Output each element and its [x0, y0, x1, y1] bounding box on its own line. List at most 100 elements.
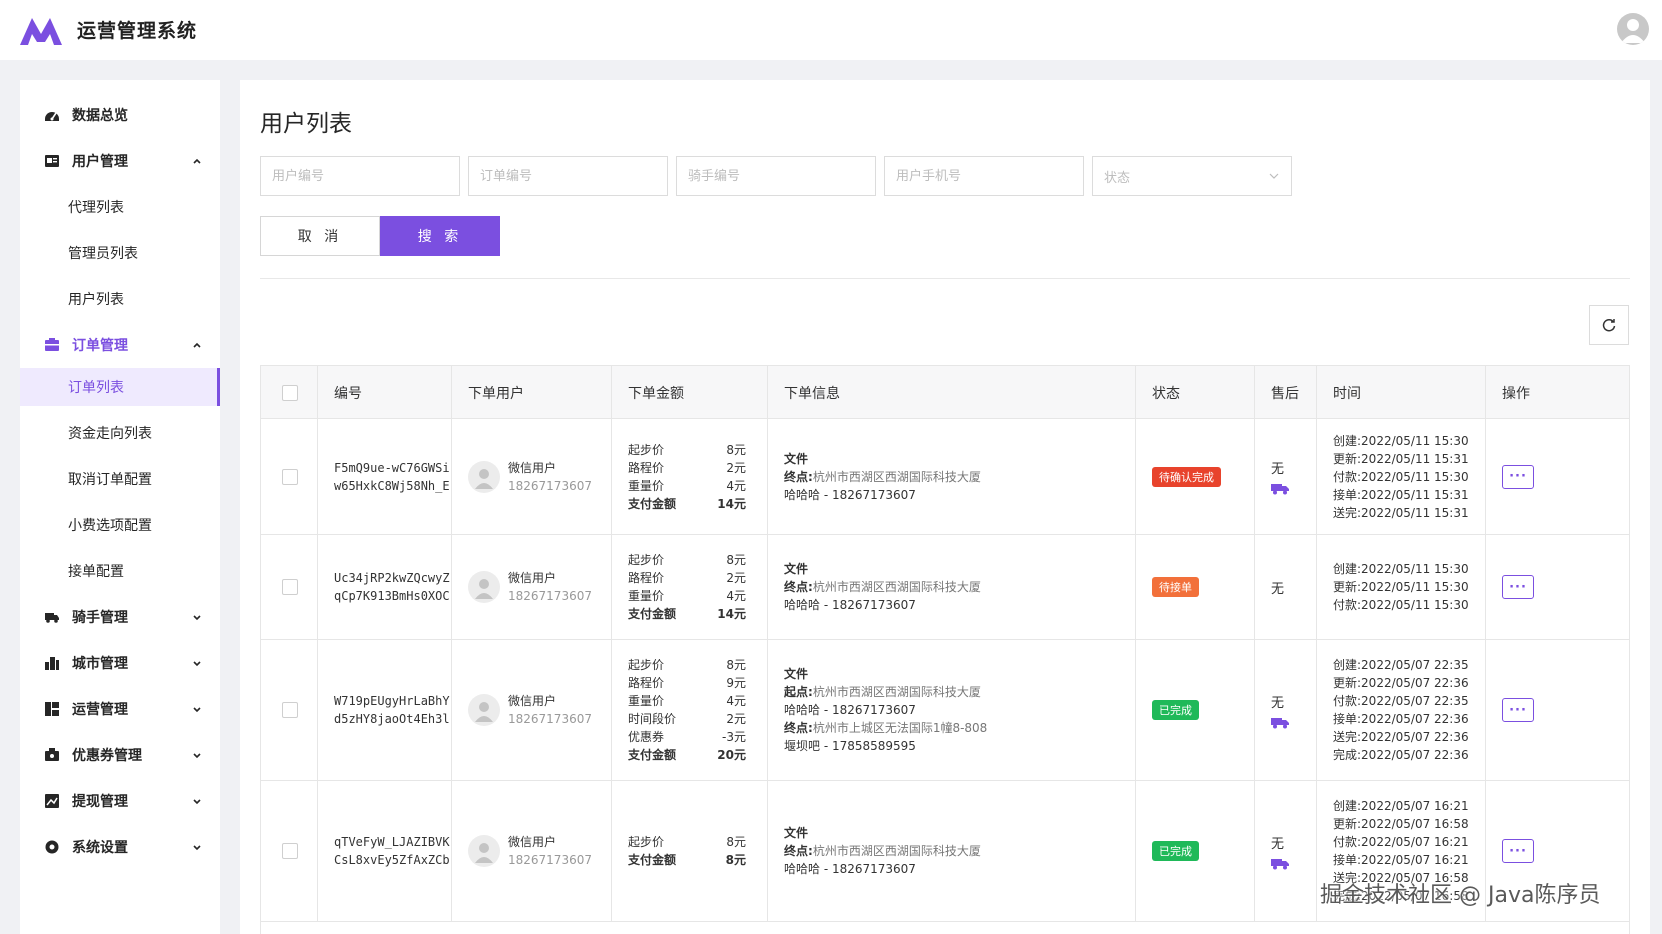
- amount-label: 支付金额: [628, 853, 677, 867]
- order-info: 文件 终点:杭州市西湖区西湖国际科技大厦 哈哈哈 - 18267173607: [768, 824, 981, 878]
- sidebar-item-operation-management[interactable]: 运营管理: [20, 686, 220, 732]
- order-id-cell: Uc34jRP2kwZQcwyZqCp7K913BmHs0XOC: [318, 535, 452, 639]
- amount-label: 起步价: [628, 553, 665, 567]
- more-actions-button[interactable]: ···: [1502, 698, 1534, 722]
- sidebar-item-tip-options-config[interactable]: 小费选项配置: [20, 502, 220, 548]
- sidebar-item-system-settings[interactable]: 系统设置: [20, 824, 220, 870]
- chevron-down-icon: [193, 661, 201, 667]
- sidebar-item-admin-list[interactable]: 管理员列表: [20, 230, 220, 276]
- sidebar-item-withdraw-management[interactable]: 提现管理: [20, 778, 220, 824]
- user-phone: 18267173607: [508, 853, 592, 867]
- time-list: 创建:2022/05/11 15:30 更新:2022/05/11 15:30 …: [1317, 560, 1469, 614]
- sidebar-item-user-list[interactable]: 用户列表: [20, 276, 220, 322]
- select-all-cell: [261, 366, 318, 419]
- table-row[interactable]: F5mQ9ue-wC76GWSiw65HxkC8Wj58Nh_E 微信用户 182…: [261, 419, 1629, 535]
- row-checkbox[interactable]: [282, 843, 298, 859]
- more-icon: ···: [1509, 579, 1527, 595]
- sidebar-item-cancel-order-config[interactable]: 取消订单配置: [20, 456, 220, 502]
- sidebar: 数据总览 用户管理 代理列表 管理员列表 用户列表 订单管理 订单列表 资金走向…: [20, 80, 220, 934]
- amount-label: 支付金额: [628, 748, 677, 762]
- column-header: 下单信息: [768, 366, 1136, 419]
- row-select-cell: [261, 640, 318, 780]
- sidebar-item-order-management[interactable]: 订单管理: [20, 322, 220, 368]
- time-line: 更新:2022/05/11 15:30: [1333, 580, 1469, 594]
- status-select[interactable]: 状态: [1092, 156, 1292, 196]
- row-checkbox[interactable]: [282, 468, 298, 485]
- time-line: 更新:2022/05/07 16:58: [1333, 817, 1469, 831]
- amount-value: 14元: [717, 607, 746, 621]
- cancel-button[interactable]: 取 消: [260, 216, 380, 256]
- user-cell: 微信用户 18267173607: [452, 535, 612, 639]
- table-row[interactable]: Uc34jRP2kwZQcwyZqCp7K913BmHs0XOC 微信用户 182…: [261, 535, 1629, 640]
- amount-line: 路程价 2元: [628, 459, 746, 477]
- sidebar-item-user-management[interactable]: 用户管理: [20, 138, 220, 184]
- amount-value: 4元: [726, 478, 746, 493]
- chevron-down-icon: [193, 707, 201, 713]
- time-line: 创建:2022/05/07 22:35: [1333, 658, 1469, 672]
- sidebar-item-coupon-management[interactable]: 优惠券管理: [20, 732, 220, 778]
- search-button[interactable]: 搜 索: [380, 216, 500, 256]
- amount-cell: 起步价 8元 路程价 2元 重量价 4元 支付金额 14元: [612, 419, 768, 534]
- sidebar-item-agent-list[interactable]: 代理列表: [20, 184, 220, 230]
- sidebar-item-fund-flow-list[interactable]: 资金走向列表: [20, 410, 220, 456]
- order-id: qTVeFyW_LJAZIBVKCsL8xvEy5ZfAxZCb: [334, 835, 450, 867]
- info-prefix: 终点:: [784, 580, 813, 594]
- user-name: 微信用户: [508, 694, 557, 708]
- amount-label: 起步价: [628, 442, 665, 457]
- person-icon: [475, 702, 493, 722]
- sidebar-item-rider-management[interactable]: 骑手管理: [20, 594, 220, 640]
- row-checkbox[interactable]: [282, 579, 298, 595]
- table-row[interactable]: W719pEUgyHrLaBhYd5zHY8jaoOt4Eh3l 微信用户 182…: [261, 640, 1629, 781]
- after-sale-cell: 无: [1255, 535, 1317, 639]
- chevron-down-icon: [193, 799, 201, 805]
- info-prefix: 终点:: [784, 721, 813, 735]
- after-sale-cell: 无: [1255, 781, 1317, 921]
- amount-list: 起步价 8元 路程价 2元 重量价 4元 支付金额 14元: [612, 551, 767, 623]
- refresh-button[interactable]: [1589, 305, 1629, 345]
- sidebar-item-dashboard[interactable]: 数据总览: [20, 92, 220, 138]
- sidebar-item-accept-order-config[interactable]: 接单配置: [20, 548, 220, 594]
- sidebar-item-label: 管理员列表: [68, 246, 138, 262]
- user-id-input[interactable]: [260, 156, 460, 196]
- dashboard-icon: [44, 107, 60, 123]
- status-badge: 待接单: [1152, 577, 1199, 597]
- column-header: 售后: [1255, 366, 1317, 419]
- row-select-cell: [261, 535, 318, 639]
- select-all-checkbox[interactable]: [282, 384, 298, 401]
- amount-value: 14元: [717, 496, 746, 511]
- brand-logo-icon: [20, 18, 62, 45]
- sidebar-item-order-list[interactable]: 订单列表: [20, 368, 220, 406]
- time-line: 付款:2022/05/07 16:21: [1333, 835, 1469, 849]
- gear-icon: [44, 839, 60, 855]
- sidebar-item-label: 取消订单配置: [68, 472, 152, 488]
- more-actions-button[interactable]: ···: [1502, 575, 1534, 599]
- user-phone-input[interactable]: [884, 156, 1084, 196]
- time-cell: 创建:2022/05/11 15:30 更新:2022/05/11 15:30 …: [1317, 535, 1486, 639]
- amount-value: -3元: [722, 730, 746, 744]
- time-line: 创建:2022/05/07 16:21: [1333, 799, 1469, 813]
- time-line: 接单:2022/05/07 16:21: [1333, 853, 1469, 867]
- order-info-cell: 文件 终点:杭州市西湖区西湖国际科技大厦 哈哈哈 - 18267173607: [768, 781, 1136, 921]
- rider-id-input[interactable]: [676, 156, 876, 196]
- person-icon: [475, 579, 493, 599]
- time-line: 接单:2022/05/11 15:31: [1333, 487, 1469, 502]
- more-actions-button[interactable]: ···: [1502, 464, 1534, 489]
- avatar: [468, 694, 500, 726]
- time-line: 送完:2022/05/11 15:31: [1333, 505, 1469, 520]
- amount-list: 起步价 8元 路程价 9元 重量价 4元 时间段价 2元 优惠券 -3元 支付金额 20元: [612, 656, 767, 764]
- more-actions-button[interactable]: ···: [1502, 839, 1534, 863]
- after-sale: 无: [1255, 692, 1289, 729]
- amount-label: 优惠券: [628, 730, 665, 744]
- user-avatar[interactable]: [1617, 13, 1649, 45]
- user-cell: 微信用户 18267173607: [452, 781, 612, 921]
- sidebar-item-city-management[interactable]: 城市管理: [20, 640, 220, 686]
- row-checkbox[interactable]: [282, 702, 298, 718]
- amount-total-line: 支付金额 14元: [628, 495, 746, 513]
- amount-value: 2元: [726, 460, 746, 475]
- user-cell: 微信用户 18267173607: [452, 640, 612, 780]
- avatar: [468, 571, 500, 603]
- sidebar-item-label: 小费选项配置: [68, 518, 152, 534]
- chevron-down-icon: [193, 845, 201, 851]
- sidebar-item-label: 提现管理: [72, 794, 128, 810]
- order-id-input[interactable]: [468, 156, 668, 196]
